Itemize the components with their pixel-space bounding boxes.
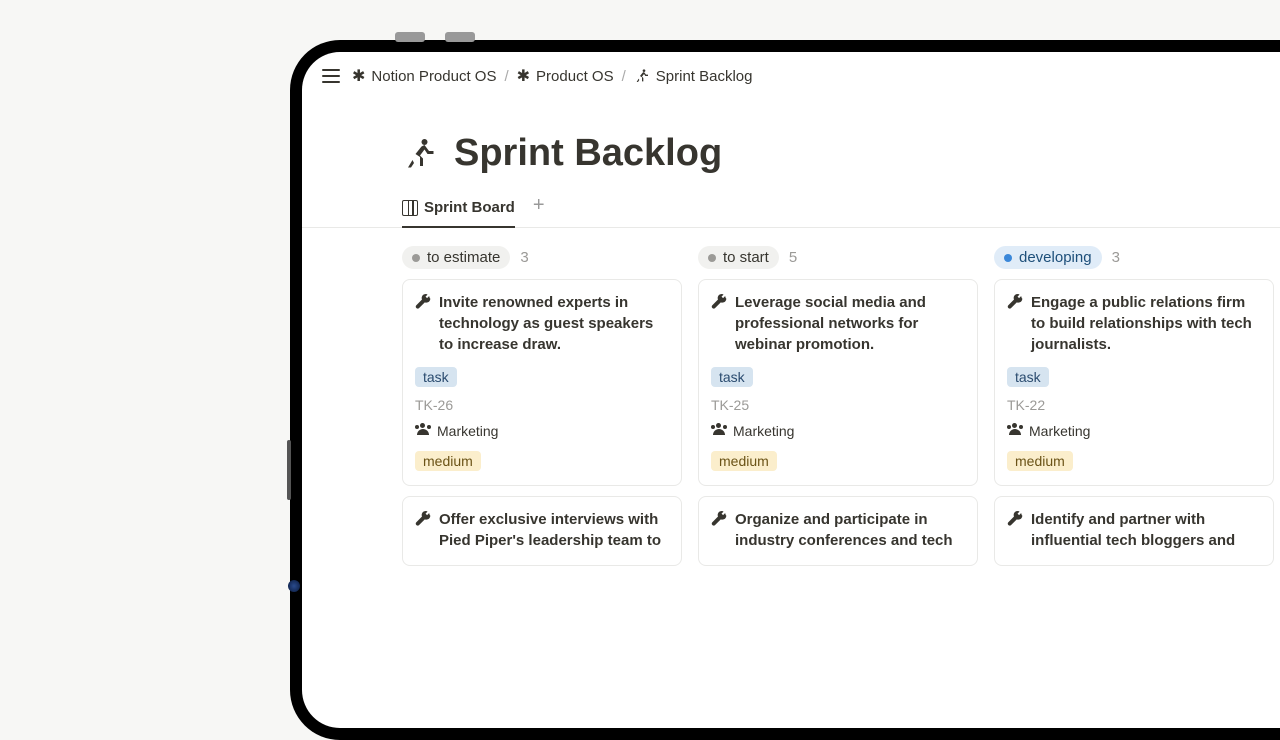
card-title: Leverage social media and professional n… — [735, 292, 965, 355]
tab-label: Sprint Board — [424, 199, 515, 216]
tag-task: task — [1007, 367, 1049, 387]
star-icon: ✱ — [517, 66, 530, 86]
people-icon — [415, 426, 431, 436]
status-dot-icon — [708, 254, 716, 262]
card-id: TK-26 — [415, 397, 669, 413]
add-view-button[interactable]: + — [533, 194, 545, 227]
status-pill[interactable]: developing — [994, 246, 1102, 269]
wrench-icon — [711, 511, 727, 527]
tag-task: task — [711, 367, 753, 387]
card-title: Organize and participate in industry con… — [735, 509, 965, 551]
status-label: developing — [1019, 249, 1092, 266]
column-header: developing 3 — [994, 246, 1274, 269]
people-icon — [711, 426, 727, 436]
breadcrumb-item-product-os[interactable]: ✱ Product OS — [517, 66, 614, 86]
page-header: Sprint Backlog — [302, 100, 1280, 187]
board-icon — [402, 200, 418, 216]
wrench-icon — [1007, 511, 1023, 527]
column-count: 3 — [1112, 249, 1120, 266]
breadcrumb-item-root[interactable]: ✱ Notion Product OS — [352, 66, 496, 86]
tag-task: task — [415, 367, 457, 387]
card[interactable]: Offer exclusive interviews with Pied Pip… — [402, 496, 682, 566]
board: to estimate 3 Invite renowned experts in… — [302, 228, 1280, 576]
column-count: 3 — [520, 249, 528, 266]
tag-priority: medium — [1007, 451, 1073, 471]
card-id: TK-22 — [1007, 397, 1261, 413]
breadcrumb-separator: / — [504, 68, 508, 85]
card[interactable]: Identify and partner with influential te… — [994, 496, 1274, 566]
breadcrumb-separator: / — [622, 68, 626, 85]
card-team: Marketing — [415, 423, 669, 439]
breadcrumb-label: Sprint Backlog — [656, 68, 753, 85]
status-label: to start — [723, 249, 769, 266]
runner-icon — [634, 68, 650, 84]
board-column: to estimate 3 Invite renowned experts in… — [402, 246, 682, 576]
breadcrumb-item-sprint-backlog[interactable]: Sprint Backlog — [634, 68, 753, 85]
status-pill[interactable]: to start — [698, 246, 779, 269]
team-label: Marketing — [1029, 423, 1090, 439]
topbar: ✱ Notion Product OS / ✱ Product OS / Spr… — [302, 52, 1280, 100]
card[interactable]: Engage a public relations firm to build … — [994, 279, 1274, 486]
column-header: to start 5 — [698, 246, 978, 269]
view-tabs: Sprint Board + — [302, 187, 1280, 228]
column-count: 5 — [789, 249, 797, 266]
wrench-icon — [711, 294, 727, 310]
card-title: Offer exclusive interviews with Pied Pip… — [439, 509, 669, 551]
status-label: to estimate — [427, 249, 500, 266]
breadcrumb-label: Notion Product OS — [371, 68, 496, 85]
tag-priority: medium — [415, 451, 481, 471]
column-header: to estimate 3 — [402, 246, 682, 269]
card-team: Marketing — [711, 423, 965, 439]
star-icon: ✱ — [352, 66, 365, 86]
wrench-icon — [1007, 294, 1023, 310]
card-title: Engage a public relations firm to build … — [1031, 292, 1261, 355]
card-title: Invite renowned experts in technology as… — [439, 292, 669, 355]
card[interactable]: Organize and participate in industry con… — [698, 496, 978, 566]
status-dot-icon — [1004, 254, 1012, 262]
wrench-icon — [415, 511, 431, 527]
team-label: Marketing — [437, 423, 498, 439]
breadcrumb: ✱ Notion Product OS / ✱ Product OS / Spr… — [352, 66, 752, 86]
card[interactable]: Leverage social media and professional n… — [698, 279, 978, 486]
tag-priority: medium — [711, 451, 777, 471]
menu-icon[interactable] — [320, 67, 342, 85]
board-column: to start 5 Leverage social media and pro… — [698, 246, 978, 576]
card-team: Marketing — [1007, 423, 1261, 439]
runner-icon — [402, 136, 438, 172]
tab-sprint-board[interactable]: Sprint Board — [402, 193, 515, 228]
board-column: developing 3 Engage a public relations f… — [994, 246, 1274, 576]
status-pill[interactable]: to estimate — [402, 246, 510, 269]
wrench-icon — [415, 294, 431, 310]
team-label: Marketing — [733, 423, 794, 439]
card-title: Identify and partner with influential te… — [1031, 509, 1261, 551]
status-dot-icon — [412, 254, 420, 262]
breadcrumb-label: Product OS — [536, 68, 614, 85]
people-icon — [1007, 426, 1023, 436]
card[interactable]: Invite renowned experts in technology as… — [402, 279, 682, 486]
page-title: Sprint Backlog — [454, 132, 722, 175]
card-id: TK-25 — [711, 397, 965, 413]
